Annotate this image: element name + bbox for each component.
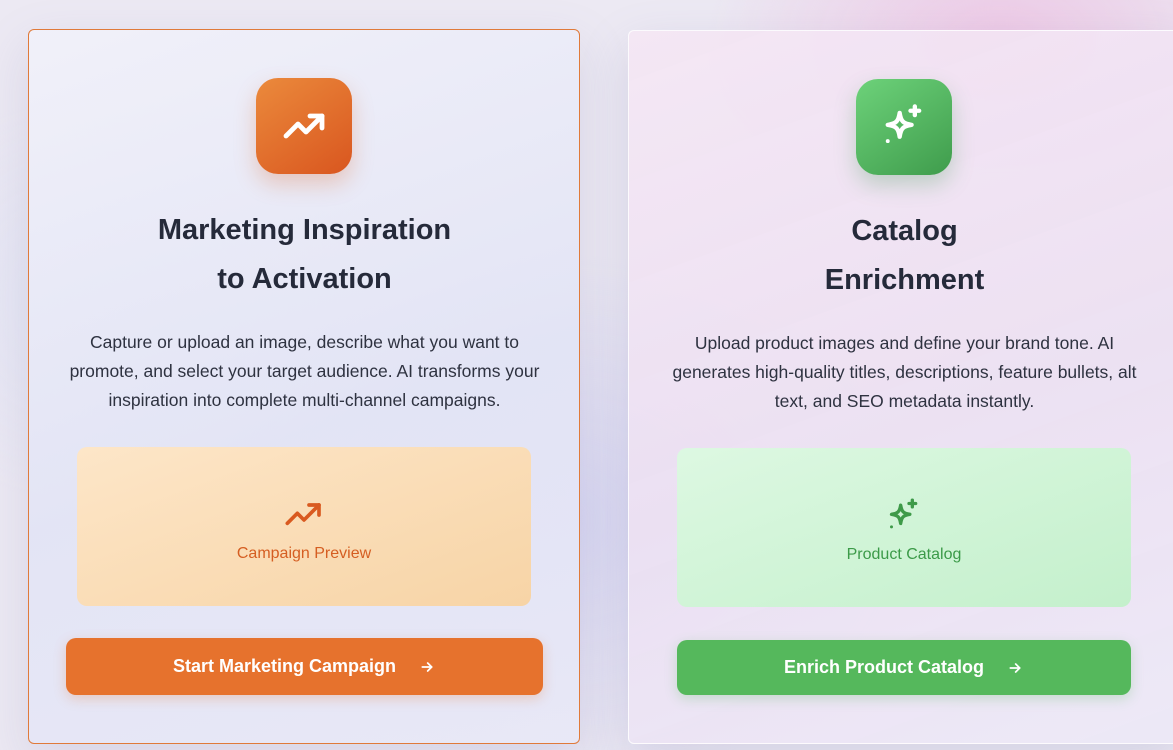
start-marketing-campaign-button[interactable]: Start Marketing Campaign (66, 638, 543, 695)
campaign-preview: Campaign Preview (77, 447, 531, 606)
card-description: Capture or upload an image, describe wha… (69, 332, 540, 410)
card-title: Catalog Enrichment (629, 207, 1173, 305)
trending-up-icon (284, 497, 324, 533)
card-title-line-2: Enrichment (824, 264, 985, 296)
sparkles-icon (856, 79, 952, 175)
sparkles-icon (884, 498, 924, 534)
button-label: Enrich Product Catalog (783, 657, 985, 677)
product-catalog-preview: Product Catalog (677, 448, 1131, 607)
catalog-card: Catalog Enrichment Upload product images… (628, 30, 1173, 744)
preview-label: Campaign Preview (236, 544, 372, 562)
enrich-product-catalog-button[interactable]: Enrich Product Catalog (677, 640, 1131, 695)
marketing-card: Marketing Inspiration to Activation Capt… (28, 29, 580, 744)
arrow-right-icon (1006, 659, 1024, 677)
card-title-line-1: Marketing Inspiration (157, 214, 452, 246)
card-description: Upload product images and define your br… (672, 333, 1137, 411)
preview-label: Product Catalog (846, 545, 962, 563)
button-label: Start Marketing Campaign (172, 656, 397, 676)
trending-up-icon (256, 78, 352, 174)
arrow-right-icon (418, 658, 436, 676)
card-title-line-2: to Activation (217, 263, 392, 295)
card-title-line-1: Catalog (851, 215, 958, 247)
card-title: Marketing Inspiration to Activation (29, 206, 580, 304)
